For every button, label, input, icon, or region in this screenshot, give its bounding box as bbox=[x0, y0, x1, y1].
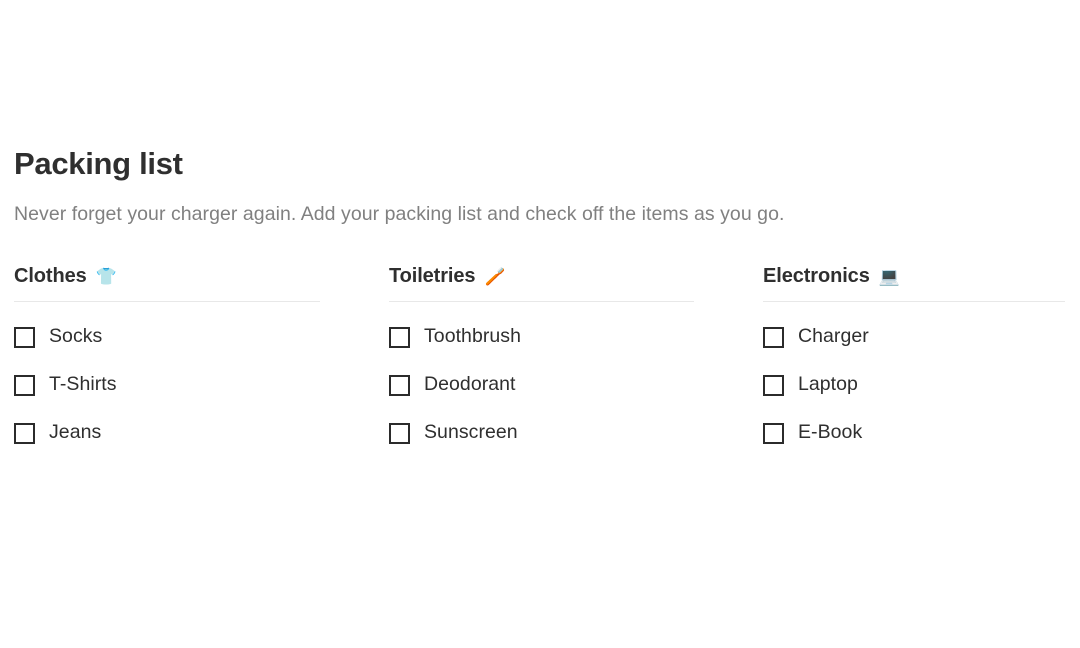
checkbox-laptop[interactable] bbox=[763, 374, 784, 396]
checkbox-e-book[interactable] bbox=[763, 422, 784, 444]
category-column-electronics: Electronics 💻 Charger Laptop E-Book bbox=[763, 264, 1065, 446]
list-item[interactable]: Socks bbox=[14, 324, 320, 350]
list-item[interactable]: Charger bbox=[763, 324, 1065, 350]
check-label: Charger bbox=[798, 325, 869, 348]
checkbox-charger[interactable] bbox=[763, 326, 784, 348]
checklist-electronics: Charger Laptop E-Book bbox=[763, 324, 1065, 446]
checkbox-toothbrush[interactable] bbox=[389, 326, 410, 348]
category-column-toiletries: Toiletries 🪥 Toothbrush Deodorant Sunscr… bbox=[389, 264, 694, 446]
category-header-electronics: Electronics 💻 bbox=[763, 264, 1065, 303]
list-item[interactable]: Sunscreen bbox=[389, 420, 694, 446]
packing-columns: Clothes 👕 Socks T-Shirts Jeans Toiletrie… bbox=[14, 264, 1066, 446]
checkbox-socks[interactable] bbox=[14, 326, 35, 348]
column-gap bbox=[320, 264, 389, 265]
page-subtitle: Never forget your charger again. Add you… bbox=[14, 202, 785, 225]
page-title: Packing list bbox=[14, 146, 183, 181]
list-item[interactable]: Toothbrush bbox=[389, 324, 694, 350]
column-gap bbox=[694, 264, 763, 265]
page-header: Packing list Never forget your charger a… bbox=[14, 0, 1066, 226]
packing-list-page: Packing list Never forget your charger a… bbox=[0, 0, 1080, 648]
toothbrush-icon: 🪥 bbox=[484, 266, 506, 286]
check-label: Socks bbox=[49, 325, 103, 348]
category-header-clothes: Clothes 👕 bbox=[14, 264, 320, 303]
check-label: Jeans bbox=[49, 421, 102, 444]
category-header-toiletries: Toiletries 🪥 bbox=[389, 264, 694, 303]
t-shirt-icon: 👕 bbox=[95, 266, 117, 286]
category-title: Toiletries bbox=[389, 265, 476, 288]
list-item[interactable]: E-Book bbox=[763, 420, 1065, 446]
category-title: Electronics bbox=[763, 265, 870, 288]
check-label: Laptop bbox=[798, 373, 858, 396]
checkbox-deodorant[interactable] bbox=[389, 374, 410, 396]
checkbox-t-shirts[interactable] bbox=[14, 374, 35, 396]
check-label: Sunscreen bbox=[424, 421, 518, 444]
check-label: Deodorant bbox=[424, 373, 516, 396]
category-column-clothes: Clothes 👕 Socks T-Shirts Jeans bbox=[14, 264, 320, 446]
check-label: T-Shirts bbox=[49, 373, 117, 396]
list-item[interactable]: Jeans bbox=[14, 420, 320, 446]
check-label: Toothbrush bbox=[424, 325, 521, 348]
checkbox-jeans[interactable] bbox=[14, 422, 35, 444]
list-item[interactable]: T-Shirts bbox=[14, 372, 320, 398]
laptop-icon: 💻 bbox=[878, 266, 900, 286]
list-item[interactable]: Laptop bbox=[763, 372, 1065, 398]
list-item[interactable]: Deodorant bbox=[389, 372, 694, 398]
category-title: Clothes bbox=[14, 265, 87, 288]
checklist-clothes: Socks T-Shirts Jeans bbox=[14, 324, 320, 446]
check-label: E-Book bbox=[798, 421, 863, 444]
checkbox-sunscreen[interactable] bbox=[389, 422, 410, 444]
checklist-toiletries: Toothbrush Deodorant Sunscreen bbox=[389, 324, 694, 446]
